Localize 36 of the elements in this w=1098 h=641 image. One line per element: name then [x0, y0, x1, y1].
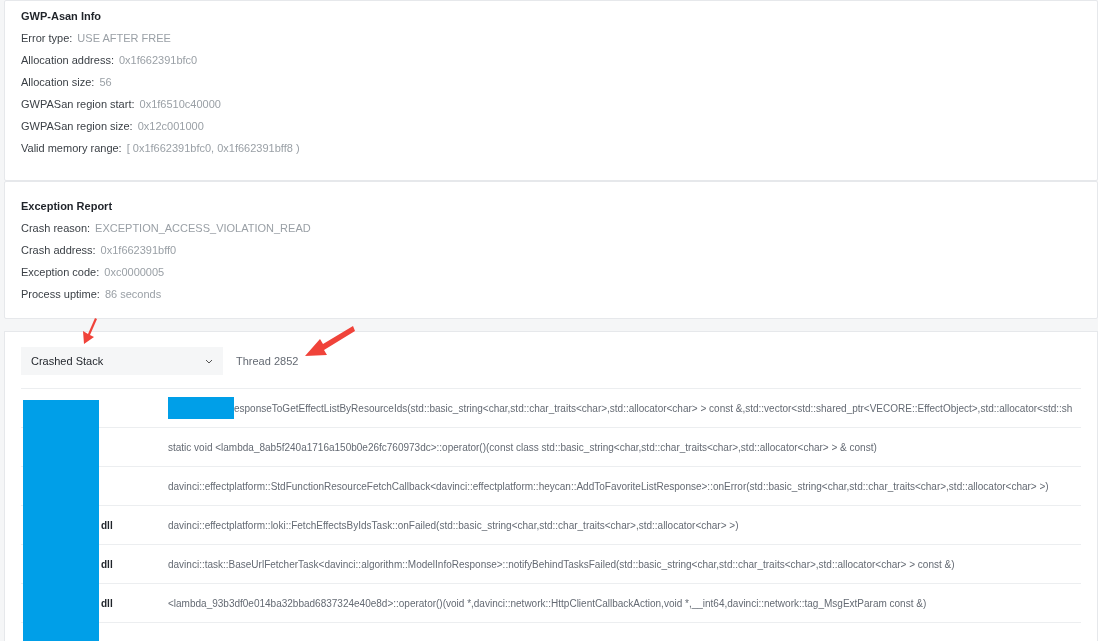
module-cell: dll	[101, 519, 113, 531]
field-value: 0x1f6510c40000	[139, 96, 221, 112]
field-label: Crash address:	[21, 242, 96, 258]
field-value: EXCEPTION_ACCESS_VIOLATION_READ	[95, 220, 311, 236]
field-value: 56	[99, 74, 112, 90]
field-value: 0xc0000005	[104, 264, 165, 280]
field-label: Allocation size:	[21, 74, 95, 90]
chevron-down-icon	[205, 358, 213, 364]
field-label: Error type:	[21, 30, 73, 46]
field-label: GWPASan region size:	[21, 118, 133, 134]
field-label: Allocation address:	[21, 52, 114, 68]
field-label: Exception code:	[21, 264, 100, 280]
annotation-arrow-icon	[80, 318, 98, 344]
function-cell-text: davinci::effectplatform::loki::FetchEffectsByIdsTask::onFailed(std::basic_string<char,std::char_traits<char>,std::allocator<char> >)	[168, 518, 739, 533]
function-cell-text: static void <lambda_8ab5f240a1716a150b0e26fc760973dc>::operator()(const class std::basic_string<char,std::char_traits<char>,std::allocator<char> > & const)	[168, 440, 877, 455]
module-cell: dll	[101, 558, 113, 570]
annotation-arrow-icon	[303, 326, 355, 358]
field-value: 0x1f662391bfc0	[118, 52, 198, 68]
thread-label: Thread 2852	[236, 353, 299, 369]
field-label: GWPASan region start:	[21, 96, 135, 112]
field-label: Process uptime:	[21, 286, 100, 302]
function-cell-text: <lambda_93b3df0e014ba32bbad6837324e40e8d>::operator()(void *,davinci::network::HttpClientCallbackAction,void *,__int64,davinci::network::tag_MsgExtParam const &)	[168, 596, 927, 611]
card-title: Exception Report	[21, 199, 114, 214]
function-cell-text: esponseToGetEffectListByResourceIds(std::basic_string<char,std::char_traits<char>,std::allocator<char> > const &,std::vector<std::shared_ptr<VECORE::EffectObject>,std::allocator<std::sh	[234, 401, 1073, 416]
card-title: GWP-Asan Info	[21, 9, 103, 24]
field-value: 0x1f662391bff0	[100, 242, 177, 258]
function-cell-text: davinci::task::BaseUrlFetcherTask<davinci::algorithm::ModelInfoResponse>::notifyBehindTasksFailed(std::basic_string<char,std::char_traits<char>,std::allocator<char> > const &)	[168, 557, 955, 572]
function-cell-text: davinci::effectplatform::StdFunctionResourceFetchCallback<davinci::effectplatform::heycan::AddToFavoriteListResponse>::onError(std::basic_string<char,std::char_traits<char>,std::allocator<char> >)	[168, 479, 1049, 494]
field-value: USE AFTER FREE	[77, 30, 171, 46]
field-value: [ 0x1f662391bfc0, 0x1f662391bff8 )	[126, 140, 300, 156]
stack-dropdown[interactable]: Crashed Stack	[21, 347, 223, 375]
field-label: Crash reason:	[21, 220, 91, 236]
field-label: Valid memory range:	[21, 140, 122, 156]
field-value: 86 seconds	[104, 286, 162, 302]
module-cell: dll	[101, 597, 113, 609]
field-value: 0x12c001000	[137, 118, 204, 134]
